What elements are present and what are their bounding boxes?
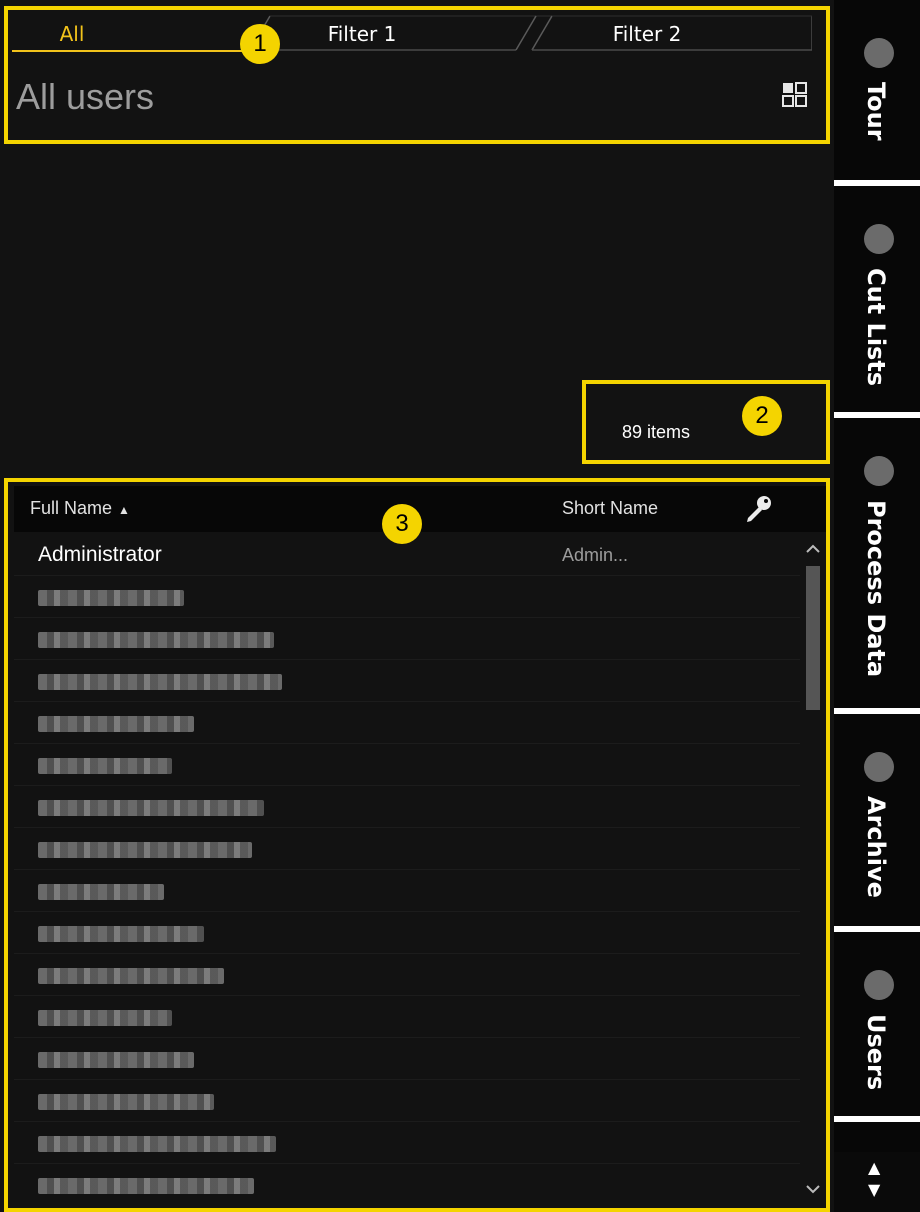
callout-frame-1	[4, 6, 830, 144]
sidebar-item-users[interactable]: Users	[834, 932, 920, 1116]
sidebar-item-label: Archive	[862, 796, 890, 898]
status-dot-icon	[864, 970, 894, 1000]
status-dot-icon	[864, 224, 894, 254]
sidebar-item-cut-lists[interactable]: Cut Lists	[834, 186, 920, 412]
right-sidebar: Tour Cut Lists Process Data Archive User…	[834, 0, 920, 1212]
sidebar-item-tour[interactable]: Tour	[834, 0, 920, 180]
sidebar-scroll-down-icon[interactable]: ▼	[868, 1180, 880, 1199]
callout-badge-1: 1	[240, 24, 280, 64]
callout-frame-3	[4, 478, 830, 1212]
callout-badge-2: 2	[742, 396, 782, 436]
callout-badge-3: 3	[382, 504, 422, 544]
sidebar-item-label: Cut Lists	[862, 268, 890, 387]
sidebar-item-more[interactable]	[834, 1122, 920, 1152]
callout-frame-2	[582, 380, 830, 464]
sidebar-scroll-buttons[interactable]: ▲ ▼	[834, 1152, 920, 1212]
sidebar-scroll-up-icon[interactable]: ▲	[868, 1158, 880, 1177]
status-dot-icon	[864, 38, 894, 68]
sidebar-item-process-data[interactable]: Process Data	[834, 418, 920, 708]
sidebar-item-label: Process Data	[862, 500, 890, 678]
app-window: All Filter 1 Filter 2 All users 89 items…	[0, 0, 920, 1212]
sidebar-item-label: Tour	[862, 82, 890, 141]
sidebar-item-archive[interactable]: Archive	[834, 714, 920, 926]
status-dot-icon	[864, 752, 894, 782]
status-dot-icon	[864, 456, 894, 486]
sidebar-item-label: Users	[862, 1014, 890, 1091]
